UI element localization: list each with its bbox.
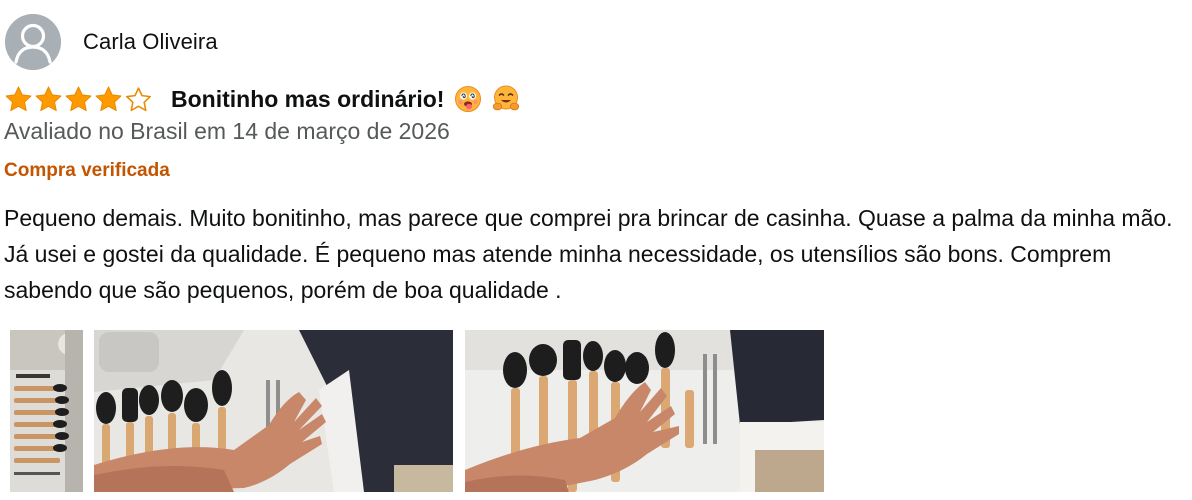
review-photo-2[interactable]	[94, 330, 453, 492]
star-filled-icon	[4, 85, 33, 114]
review-title[interactable]: Bonitinho mas ordinário!	[171, 86, 444, 113]
review-photo-3[interactable]	[465, 330, 824, 492]
review-title-row: Bonitinho mas ordinário!	[4, 82, 520, 116]
reviewer-name[interactable]: Carla Oliveira	[83, 29, 218, 55]
star-filled-icon	[94, 85, 123, 114]
star-filled-icon	[34, 85, 63, 114]
star-filled-icon	[64, 85, 93, 114]
review-date: Avaliado no Brasil em 14 de março de 202…	[4, 118, 450, 144]
star-rating[interactable]	[4, 85, 153, 114]
star-empty-icon	[124, 85, 153, 114]
customer-review: Carla Oliveira Bonitinho mas ordinário!	[0, 0, 1192, 500]
default-user-avatar-icon	[5, 14, 61, 70]
verified-purchase-badge[interactable]: Compra verificada	[4, 160, 170, 182]
dizzy-face-tongue-emoji-icon	[454, 85, 482, 113]
reviewer-profile[interactable]: Carla Oliveira	[5, 14, 218, 70]
review-photo-1[interactable]	[10, 330, 83, 492]
hugging-face-emoji-icon	[492, 85, 520, 113]
review-body-text: Pequeno demais. Muito bonitinho, mas par…	[4, 205, 1173, 303]
